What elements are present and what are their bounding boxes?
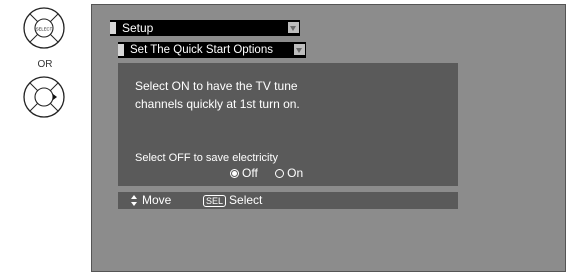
option-on-label: On (287, 166, 304, 180)
help-move-label: Move (142, 193, 172, 207)
option-on[interactable]: On (275, 166, 303, 180)
remote-illustration: SELECT OR (6, 6, 84, 121)
options-panel: Select ON to have the TV tune channels q… (118, 63, 458, 186)
help-bar: Move SEL Select (118, 192, 458, 209)
chevron-down-icon[interactable] (288, 22, 299, 33)
right-dial-icon (23, 76, 65, 118)
description-line-3: Select OFF to save electricity (135, 152, 279, 164)
tv-screen: Setup Set The Quick Start Options Select… (91, 4, 566, 272)
select-dial-icon: SELECT (23, 7, 65, 49)
help-move: Move (131, 192, 171, 209)
or-label: OR (37, 59, 53, 70)
description-line-2: channels quickly at 1st turn on. (135, 97, 300, 111)
submenu-quick-start-bar[interactable]: Set The Quick Start Options (118, 42, 306, 58)
submenu-title: Set The Quick Start Options (130, 44, 273, 56)
quick-start-radio-group: Off On (230, 166, 317, 181)
sel-key-icon: SEL (203, 194, 227, 207)
help-select-label: Select (229, 193, 263, 207)
menu-bar-marker (118, 44, 124, 56)
select-button-label: SELECT (36, 27, 53, 32)
menu-bar-marker (110, 22, 116, 34)
radio-unselected-icon (275, 168, 285, 178)
radio-selected-icon (230, 168, 239, 178)
description-line-1: Select ON to have the TV tune (135, 79, 298, 93)
chevron-down-icon[interactable] (294, 44, 305, 55)
option-off-label: Off (242, 166, 258, 180)
up-down-arrows-icon (131, 195, 137, 206)
option-off[interactable]: Off (230, 166, 258, 180)
menu-title: Setup (122, 21, 154, 35)
menu-setup-bar[interactable]: Setup (110, 20, 300, 36)
help-select: SEL Select (203, 192, 262, 209)
